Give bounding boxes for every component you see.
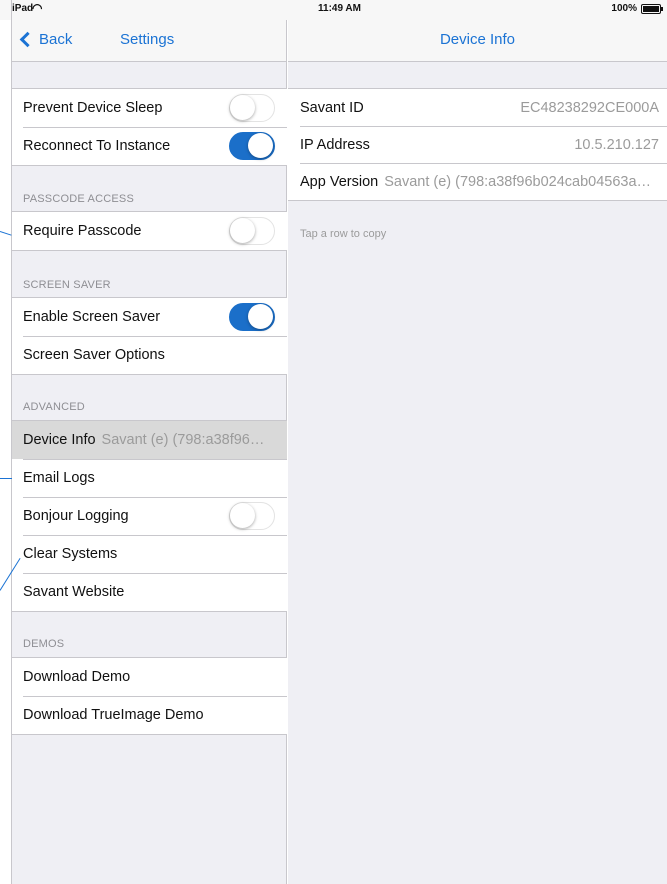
section-header-screen-saver: SCREEN SAVER	[23, 279, 111, 291]
device-info-panel: Device Info Savant ID EC48238292CE000A I…	[288, 20, 667, 884]
enable-screen-saver-toggle[interactable]	[229, 303, 275, 331]
section-header-advanced: ADVANCED	[23, 401, 85, 413]
row-label: Reconnect To Instance	[23, 138, 171, 154]
row-label: Download TrueImage Demo	[23, 707, 204, 723]
row-require-passcode: Require Passcode	[12, 212, 287, 250]
toggle-knob	[248, 133, 273, 158]
row-label: Download Demo	[23, 669, 131, 685]
toggle-knob	[230, 503, 255, 528]
row-label: Bonjour Logging	[23, 508, 129, 524]
back-button[interactable]: Back	[16, 31, 72, 48]
settings-title: Settings	[120, 31, 175, 48]
row-download-trueimage-demo[interactable]: Download TrueImage Demo	[12, 696, 287, 734]
callout-line-email-logs	[0, 478, 12, 479]
battery-percent: 100%	[611, 3, 637, 14]
row-email-logs[interactable]: Email Logs	[12, 459, 287, 497]
prevent-device-sleep-toggle[interactable]	[229, 94, 275, 122]
row-screen-saver-options[interactable]: Screen Saver Options	[12, 336, 287, 374]
row-ip-address[interactable]: IP Address 10.5.210.127	[288, 126, 667, 163]
row-label: Enable Screen Saver	[23, 309, 161, 325]
app-version-value: Savant (e) (798:a38f96b024cab04563ae…	[384, 173, 659, 190]
row-label: Prevent Device Sleep	[23, 100, 163, 116]
tap-to-copy-hint: Tap a row to copy	[300, 228, 387, 240]
row-clear-systems[interactable]: Clear Systems	[12, 535, 287, 573]
advanced-group: Device Info Savant (e) (798:a38f96b… Ema…	[12, 420, 287, 612]
row-reconnect-to-instance: Reconnect To Instance	[12, 127, 287, 165]
back-label: Back	[39, 31, 73, 48]
row-label: Savant Website	[23, 584, 125, 600]
general-group: Prevent Device Sleep Reconnect To Instan…	[12, 88, 287, 166]
row-label: Savant ID	[300, 99, 364, 116]
chevron-left-icon	[19, 31, 36, 48]
status-time: 11:49 AM	[318, 3, 361, 14]
row-savant-id[interactable]: Savant ID EC48238292CE000A	[288, 89, 667, 126]
row-label: Email Logs	[23, 470, 95, 486]
screen-saver-group: Enable Screen Saver Screen Saver Options	[12, 297, 287, 375]
device-info-group: Savant ID EC48238292CE000A IP Address 10…	[288, 88, 667, 201]
toggle-knob	[248, 304, 273, 329]
row-savant-website[interactable]: Savant Website	[12, 573, 287, 611]
demos-group: Download Demo Download TrueImage Demo	[12, 657, 287, 735]
row-app-version[interactable]: App Version Savant (e) (798:a38f96b024ca…	[288, 163, 667, 200]
row-label: Device Info	[23, 432, 96, 448]
callout-line-passcode	[0, 231, 12, 236]
row-enable-screen-saver: Enable Screen Saver	[12, 298, 287, 336]
wifi-icon: ◠	[32, 1, 43, 15]
passcode-group: Require Passcode	[12, 211, 287, 251]
status-bar: iPad ◠ 11:49 AM 100%	[0, 0, 667, 20]
row-prevent-device-sleep: Prevent Device Sleep	[12, 89, 287, 127]
battery-icon	[641, 4, 663, 14]
settings-nav-bar: Back Settings	[12, 20, 286, 62]
row-label: Clear Systems	[23, 546, 118, 562]
row-label: Require Passcode	[23, 223, 142, 239]
settings-panel: Back Settings Prevent Device Sleep Recon…	[12, 20, 287, 884]
ip-address-value: 10.5.210.127	[574, 136, 659, 153]
section-header-demos: DEMOS	[23, 638, 65, 650]
device-info-title: Device Info	[439, 31, 516, 48]
toggle-knob	[230, 95, 255, 120]
section-header-passcode: PASSCODE ACCESS	[23, 193, 134, 205]
bonjour-logging-toggle[interactable]	[229, 502, 275, 530]
savant-id-value: EC48238292CE000A	[520, 99, 659, 116]
reconnect-to-instance-toggle[interactable]	[229, 132, 275, 160]
row-label: App Version	[300, 173, 379, 190]
device-info-detail: Savant (e) (798:a38f96b…	[101, 432, 272, 448]
row-label: Screen Saver Options	[23, 347, 165, 363]
row-label: IP Address	[300, 136, 370, 153]
toggle-knob	[230, 218, 255, 243]
device-name: iPad	[12, 3, 34, 14]
row-device-info[interactable]: Device Info Savant (e) (798:a38f96b…	[12, 421, 287, 459]
row-download-demo[interactable]: Download Demo	[12, 658, 287, 696]
row-bonjour-logging: Bonjour Logging	[12, 497, 287, 535]
require-passcode-toggle[interactable]	[229, 217, 275, 245]
device-info-nav-bar: Device Info	[288, 20, 667, 62]
